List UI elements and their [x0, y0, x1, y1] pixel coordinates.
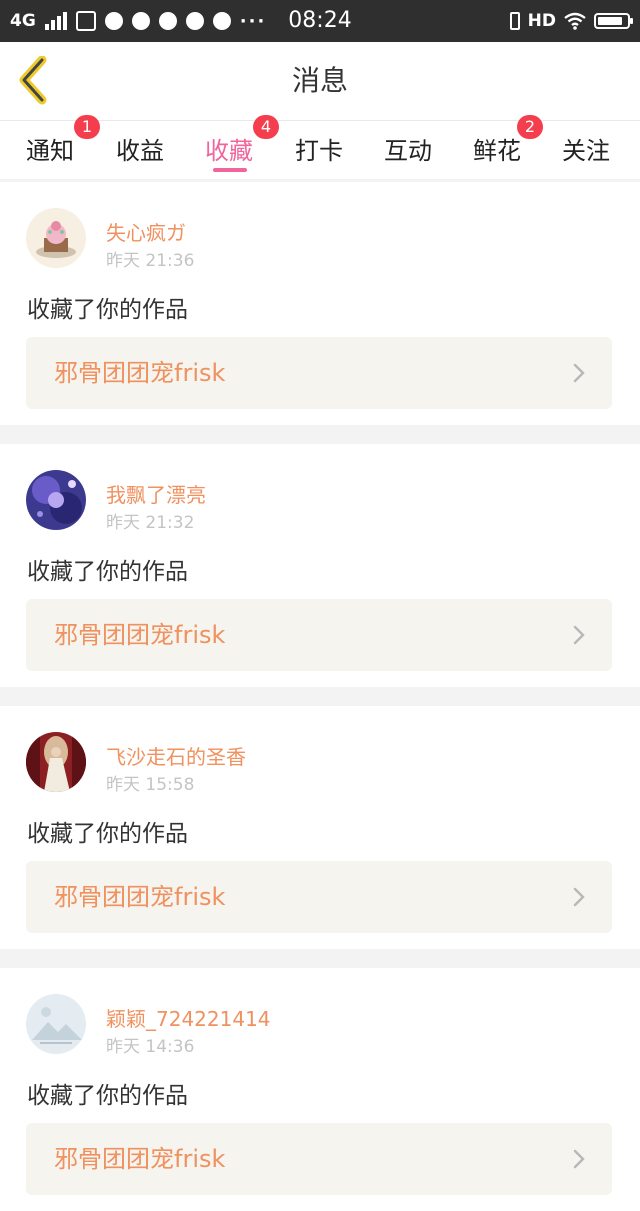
action-text: 收藏了你的作品	[27, 559, 188, 585]
work-title: 邪骨团团宠frisk	[54, 1145, 226, 1173]
username[interactable]: 颖颖_724221414	[106, 1003, 271, 1032]
avatar[interactable]	[26, 470, 86, 530]
tab-label: 收益	[116, 137, 164, 165]
tab-label: 收藏	[205, 137, 253, 165]
username[interactable]: 失心疯ガ	[106, 217, 186, 246]
timestamp: 昨天 21:36	[106, 251, 195, 271]
avatar[interactable]	[26, 994, 86, 1054]
message-card: 我飘了漂亮 昨天 21:32 收藏了你的作品 邪骨团团宠frisk	[0, 444, 640, 687]
message-card: 失心疯ガ 昨天 21:36 收藏了你的作品 邪骨团团宠frisk	[0, 182, 640, 425]
avatar[interactable]	[26, 732, 86, 792]
work-link[interactable]: 邪骨团团宠frisk	[26, 1123, 612, 1195]
message-card: 颖颖_724221414 昨天 14:36 收藏了你的作品 邪骨团团宠frisk	[0, 968, 640, 1211]
tab-earnings[interactable]: 收益	[116, 121, 168, 179]
vibrate-icon	[509, 12, 520, 30]
battery-icon	[594, 13, 633, 29]
action-text: 收藏了你的作品	[27, 821, 188, 847]
tab-label: 鲜花	[473, 137, 521, 165]
tab-favorites[interactable]: 收藏 4	[205, 115, 279, 179]
page-title: 消息	[291, 64, 348, 97]
cupcake-avatar-icon	[26, 208, 86, 268]
tab-badge: 1	[74, 115, 100, 139]
work-title: 邪骨团团宠frisk	[54, 359, 226, 387]
tab-checkin[interactable]: 打卡	[295, 121, 347, 179]
tab-label: 互动	[384, 137, 432, 165]
tab-bar: 通知 1 收益 收藏 4 打卡 互动 鲜花 2 关注	[0, 115, 640, 179]
action-text: 收藏了你的作品	[27, 297, 188, 323]
chevron-right-icon	[573, 363, 585, 383]
hd-label: HD	[527, 11, 556, 31]
chevron-right-icon	[573, 625, 585, 645]
action-text: 收藏了你的作品	[27, 1083, 188, 1109]
tab-flowers[interactable]: 鲜花 2	[473, 115, 543, 179]
tab-label: 打卡	[295, 137, 343, 165]
nav-bar: 消息	[0, 42, 640, 121]
username[interactable]: 我飘了漂亮	[106, 479, 206, 508]
message-card: 飞沙走石的圣香 昨天 15:58 收藏了你的作品 邪骨团团宠frisk	[0, 706, 640, 949]
work-link[interactable]: 邪骨团团宠frisk	[26, 861, 612, 933]
bride-avatar-icon	[26, 732, 86, 792]
work-title: 邪骨团团宠frisk	[54, 621, 226, 649]
avatar[interactable]	[26, 208, 86, 268]
purple-anime-avatar-icon	[26, 470, 86, 530]
status-right: HD	[509, 0, 633, 42]
chevron-right-icon	[573, 1149, 585, 1169]
default-avatar-icon	[26, 994, 86, 1054]
tab-label: 通知	[26, 137, 74, 165]
work-link[interactable]: 邪骨团团宠frisk	[26, 337, 612, 409]
wifi-icon	[564, 12, 586, 30]
tab-interaction[interactable]: 互动	[384, 121, 436, 179]
tab-badge: 2	[517, 115, 543, 139]
tab-notify[interactable]: 通知 1	[26, 115, 100, 179]
status-bar: 4G ··· 08:24 HD	[0, 0, 640, 42]
active-tab-indicator	[213, 168, 247, 172]
chevron-right-icon	[573, 887, 585, 907]
username[interactable]: 飞沙走石的圣香	[106, 741, 246, 770]
work-link[interactable]: 邪骨团团宠frisk	[26, 599, 612, 671]
tab-follow[interactable]: 关注	[562, 121, 614, 179]
work-title: 邪骨团团宠frisk	[54, 883, 226, 911]
timestamp: 昨天 15:58	[106, 775, 195, 795]
tab-badge: 4	[253, 115, 279, 139]
tab-label: 关注	[562, 137, 610, 165]
timestamp: 昨天 14:36	[106, 1037, 195, 1057]
timestamp: 昨天 21:32	[106, 513, 195, 533]
